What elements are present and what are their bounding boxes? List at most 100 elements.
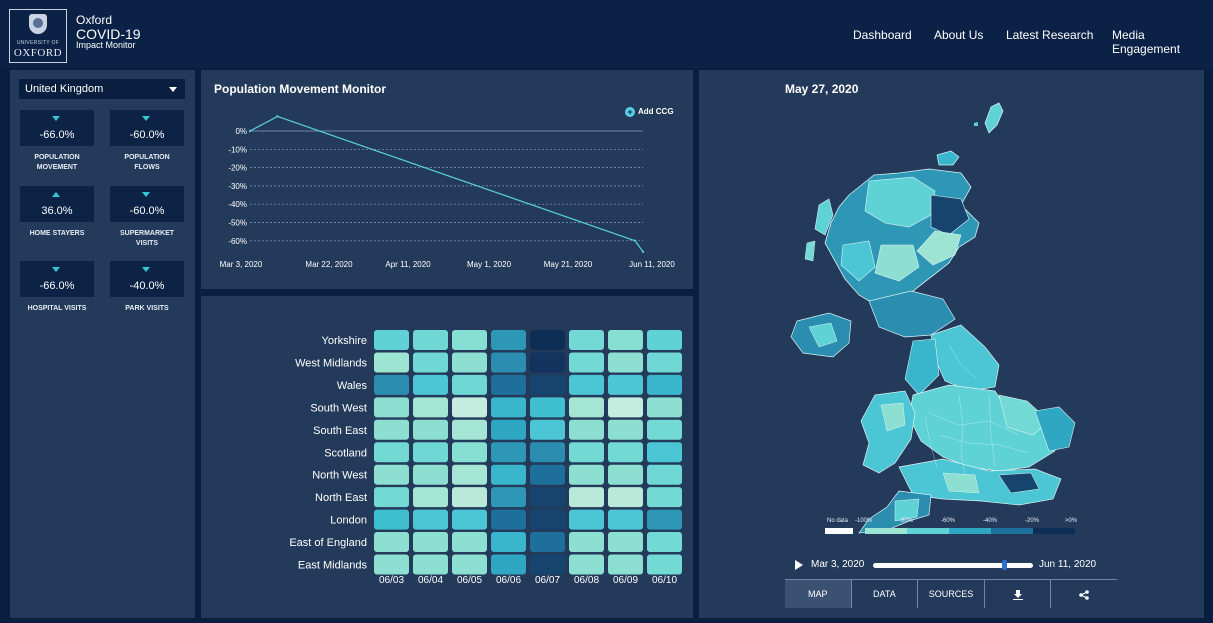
slider-track[interactable] — [873, 563, 1033, 568]
stat-card[interactable]: -60.0% — [110, 186, 184, 222]
heatmap-cell[interactable] — [491, 374, 526, 395]
heatmap-cell[interactable] — [491, 464, 526, 485]
heatmap-cell[interactable] — [608, 374, 643, 395]
heatmap-cell[interactable] — [452, 487, 487, 508]
heatmap-cell[interactable] — [530, 509, 565, 530]
oxford-logo[interactable]: UNIVERSITY OF OXFORD — [9, 9, 67, 63]
heatmap-cell[interactable] — [374, 532, 409, 553]
nav-latest-research[interactable]: Latest Research — [1006, 28, 1093, 42]
heatmap-cell[interactable] — [374, 330, 409, 350]
heatmap-cell[interactable] — [608, 464, 643, 485]
heatmap-cell[interactable] — [530, 330, 565, 350]
heatmap-cell[interactable] — [608, 442, 643, 463]
heatmap-cell[interactable] — [413, 442, 448, 463]
heatmap-cell[interactable] — [491, 352, 526, 373]
heatmap-cell[interactable] — [569, 419, 604, 440]
heatmap-cell[interactable] — [374, 487, 409, 508]
heatmap-cell[interactable] — [491, 330, 526, 350]
heatmap-cell[interactable] — [374, 352, 409, 373]
heatmap-cell[interactable] — [647, 442, 682, 463]
download-button[interactable] — [985, 580, 1052, 608]
heatmap-cell[interactable] — [491, 419, 526, 440]
heatmap-cell[interactable] — [647, 419, 682, 440]
date-slider[interactable]: Mar 3, 2020 Jun 11, 2020 — [785, 557, 1115, 573]
heatmap-cell[interactable] — [413, 532, 448, 553]
nav-dashboard[interactable]: Dashboard — [853, 28, 912, 42]
heatmap-cell[interactable] — [569, 509, 604, 530]
heatmap-cell[interactable] — [569, 330, 604, 350]
heatmap-cell[interactable] — [530, 397, 565, 418]
heatmap-cell[interactable] — [608, 509, 643, 530]
heatmap-cell[interactable] — [374, 374, 409, 395]
heatmap-cell[interactable] — [608, 532, 643, 553]
tab-map[interactable]: MAP — [785, 580, 852, 608]
tab-data[interactable]: DATA — [852, 580, 919, 608]
stat-card[interactable]: 36.0% — [20, 186, 94, 222]
heatmap-cell[interactable] — [374, 509, 409, 530]
heatmap-cell[interactable] — [413, 419, 448, 440]
heatmap-cell[interactable] — [452, 352, 487, 373]
heatmap-cell[interactable] — [608, 352, 643, 373]
heatmap-cell[interactable] — [569, 397, 604, 418]
play-icon[interactable] — [795, 560, 803, 570]
heatmap-cell[interactable] — [647, 487, 682, 508]
country-select[interactable]: United Kingdom — [19, 79, 185, 99]
heatmap-cell[interactable] — [452, 419, 487, 440]
heatmap-cell[interactable] — [530, 554, 565, 575]
heatmap-cell[interactable] — [491, 554, 526, 575]
heatmap-cell[interactable] — [608, 554, 643, 575]
heatmap-cell[interactable] — [530, 487, 565, 508]
heatmap-cell[interactable] — [569, 442, 604, 463]
tab-sources[interactable]: SOURCES — [918, 580, 985, 608]
heatmap-cell[interactable] — [530, 352, 565, 373]
heatmap-cell[interactable] — [491, 397, 526, 418]
heatmap-cell[interactable] — [374, 419, 409, 440]
heatmap-cell[interactable] — [452, 374, 487, 395]
heatmap-cell[interactable] — [491, 532, 526, 553]
heatmap-cell[interactable] — [647, 374, 682, 395]
heatmap-cell[interactable] — [491, 442, 526, 463]
heatmap-cell[interactable] — [452, 464, 487, 485]
heatmap-cell[interactable] — [647, 554, 682, 575]
stat-card[interactable]: -66.0% — [20, 110, 94, 146]
heatmap-cell[interactable] — [647, 397, 682, 418]
stat-card[interactable]: -60.0% — [110, 110, 184, 146]
heatmap-cell[interactable] — [452, 554, 487, 575]
heatmap-cell[interactable] — [530, 442, 565, 463]
heatmap-cell[interactable] — [413, 397, 448, 418]
heatmap-cell[interactable] — [491, 509, 526, 530]
heatmap-cell[interactable] — [608, 330, 643, 350]
heatmap-cell[interactable] — [452, 532, 487, 553]
heatmap-cell[interactable] — [452, 509, 487, 530]
heatmap-cell[interactable] — [530, 464, 565, 485]
share-button[interactable] — [1051, 580, 1117, 608]
uk-map[interactable] — [699, 95, 1204, 535]
stat-card[interactable]: -40.0% — [110, 261, 184, 297]
heatmap-cell[interactable] — [413, 509, 448, 530]
nav-media-engagement[interactable]: Media Engagement — [1112, 28, 1213, 56]
heatmap-cell[interactable] — [413, 352, 448, 373]
heatmap-cell[interactable] — [413, 330, 448, 350]
heatmap-cell[interactable] — [569, 554, 604, 575]
heatmap-cell[interactable] — [647, 330, 682, 350]
heatmap-cell[interactable] — [569, 352, 604, 373]
heatmap-cell[interactable] — [374, 464, 409, 485]
stat-card[interactable]: -66.0% — [20, 261, 94, 297]
heatmap-cell[interactable] — [608, 487, 643, 508]
heatmap-cell[interactable] — [569, 464, 604, 485]
heatmap-cell[interactable] — [452, 397, 487, 418]
heatmap-cell[interactable] — [647, 532, 682, 553]
slider-handle[interactable] — [1002, 560, 1008, 570]
nav-about-us[interactable]: About Us — [934, 28, 983, 42]
heatmap-cell[interactable] — [530, 374, 565, 395]
heatmap-cell[interactable] — [452, 442, 487, 463]
heatmap-cell[interactable] — [374, 397, 409, 418]
heatmap-cell[interactable] — [569, 487, 604, 508]
heatmap-cell[interactable] — [374, 442, 409, 463]
heatmap-cell[interactable] — [608, 397, 643, 418]
heatmap-cell[interactable] — [413, 374, 448, 395]
heatmap-cell[interactable] — [530, 419, 565, 440]
heatmap-cell[interactable] — [452, 330, 487, 350]
heatmap-cell[interactable] — [569, 532, 604, 553]
heatmap-cell[interactable] — [647, 352, 682, 373]
